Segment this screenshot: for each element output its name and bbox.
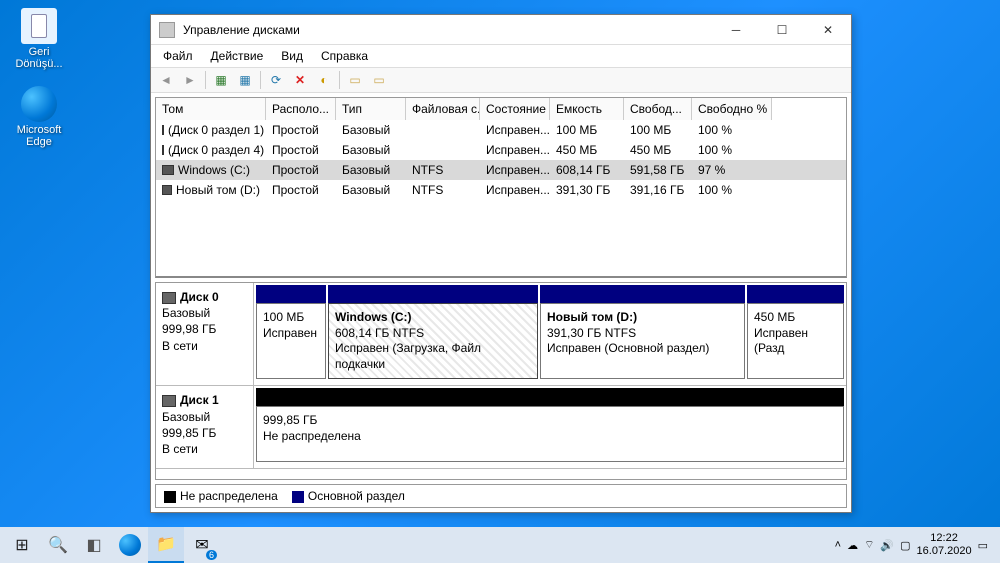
partition-header: [256, 388, 844, 406]
table-row[interactable]: Windows (C:)ПростойБазовыйNTFSИсправен..…: [156, 160, 846, 180]
edge-taskbar[interactable]: [112, 527, 148, 563]
legend-swatch-primary: [292, 491, 304, 503]
search-button[interactable]: 🔍: [40, 527, 76, 563]
tb-btn-6[interactable]: ▭: [368, 69, 390, 91]
explorer-taskbar[interactable]: 📁: [148, 527, 184, 563]
titlebar[interactable]: Управление дисками ─ ☐ ✕: [151, 15, 851, 45]
menu-view[interactable]: Вид: [273, 47, 311, 65]
browser-icon: [21, 86, 57, 122]
system-tray: ˄ ☁ ⌔ 🔊 ▢ 12:22 16.07.2020 ▭: [827, 532, 996, 558]
wifi-icon[interactable]: ⌔: [864, 538, 874, 552]
col-volume[interactable]: Том: [156, 98, 266, 120]
clock[interactable]: 12:22 16.07.2020: [917, 532, 972, 558]
partition[interactable]: 999,85 ГБНе распределена: [256, 388, 844, 462]
window-controls: ─ ☐ ✕: [713, 15, 851, 45]
tb-btn-5[interactable]: ▭: [344, 69, 366, 91]
refresh-button[interactable]: ⟳: [265, 69, 287, 91]
partition-body: 999,85 ГБНе распределена: [256, 406, 844, 462]
table-header: Том Располо... Тип Файловая с... Состоян…: [156, 98, 846, 120]
disk-row: Диск 0Базовый999,98 ГБВ сети100 МБИсправ…: [156, 283, 846, 386]
trash-icon: [21, 8, 57, 44]
partition-body: 100 МБИсправен: [256, 303, 326, 379]
disk-info[interactable]: Диск 0Базовый999,98 ГБВ сети: [156, 283, 254, 385]
table-row[interactable]: Новый том (D:)ПростойБазовыйNTFSИсправен…: [156, 180, 846, 200]
table-body: (Диск 0 раздел 1)ПростойБазовыйИсправен.…: [156, 120, 846, 276]
table-row[interactable]: (Диск 0 раздел 4)ПростойБазовыйИсправен.…: [156, 140, 846, 160]
disk-info[interactable]: Диск 1Базовый999,85 ГБВ сети: [156, 386, 254, 468]
partition-body: Новый том (D:)391,30 ГБ NTFSИсправен (Ос…: [540, 303, 745, 379]
task-view-button[interactable]: ◧: [76, 527, 112, 563]
col-type[interactable]: Тип: [336, 98, 406, 120]
sound-icon[interactable]: 🔊: [880, 539, 894, 552]
taskbar: ⊞ 🔍 ◧ 📁 ✉6 ˄ ☁ ⌔ 🔊 ▢ 12:22 16.07.2020 ▭: [0, 527, 1000, 563]
col-pct[interactable]: Свободно %: [692, 98, 772, 120]
volume-icon: [162, 125, 164, 135]
menu-help[interactable]: Справка: [313, 47, 376, 65]
col-fs[interactable]: Файловая с...: [406, 98, 480, 120]
disk-graphic-area: Диск 0Базовый999,98 ГБВ сети100 МБИсправ…: [155, 282, 847, 480]
partition[interactable]: Новый том (D:)391,30 ГБ NTFSИсправен (Ос…: [540, 285, 745, 379]
window-title: Управление дисками: [183, 23, 713, 37]
legend-item: Не распределена: [164, 489, 278, 503]
disk-icon: [162, 395, 176, 407]
menu-file[interactable]: Файл: [155, 47, 201, 65]
maximize-button[interactable]: ☐: [759, 15, 805, 45]
volume-icon: [162, 145, 164, 155]
icon-label: Microsoft Edge: [4, 124, 74, 148]
disk-row: Диск 1Базовый999,85 ГБВ сети999,85 ГБНе …: [156, 386, 846, 469]
app-icon: [159, 22, 175, 38]
icon-label: Geri Dönüşü...: [4, 46, 74, 70]
partitions: 999,85 ГБНе распределена: [254, 386, 846, 468]
recycle-bin-icon[interactable]: Geri Dönüşü...: [4, 8, 74, 70]
notifications-icon[interactable]: ▭: [978, 539, 988, 552]
partition-body: 450 МБИсправен (Разд: [747, 303, 844, 379]
volume-table: Том Располо... Тип Файловая с... Состоян…: [155, 97, 847, 278]
properties-button[interactable]: ◐: [313, 69, 335, 91]
col-capacity[interactable]: Емкость: [550, 98, 624, 120]
lang-icon[interactable]: ▢: [900, 539, 910, 552]
disk-management-window: Управление дисками ─ ☐ ✕ Файл Действие В…: [150, 14, 852, 513]
legend-swatch-unallocated: [164, 491, 176, 503]
disk-icon: [162, 292, 176, 304]
partition-header: [540, 285, 745, 303]
desktop-icons: Geri Dönüşü... Microsoft Edge: [4, 8, 74, 164]
table-row[interactable]: (Диск 0 раздел 1)ПростойБазовыйИсправен.…: [156, 120, 846, 140]
close-button[interactable]: ✕: [805, 15, 851, 45]
partition-header: [747, 285, 844, 303]
legend: Не распределена Основной раздел: [155, 484, 847, 508]
partition[interactable]: 450 МБИсправен (Разд: [747, 285, 844, 379]
menubar: Файл Действие Вид Справка: [151, 45, 851, 67]
start-button[interactable]: ⊞: [4, 527, 40, 563]
partitions: 100 МБИсправенWindows (C:)608,14 ГБ NTFS…: [254, 283, 846, 385]
menu-action[interactable]: Действие: [203, 47, 272, 65]
partition-header: [256, 285, 326, 303]
col-state[interactable]: Состояние: [480, 98, 550, 120]
minimize-button[interactable]: ─: [713, 15, 759, 45]
partition[interactable]: Windows (C:)608,14 ГБ NTFSИсправен (Загр…: [328, 285, 538, 379]
tb-btn-1[interactable]: ▦: [210, 69, 232, 91]
edge-icon[interactable]: Microsoft Edge: [4, 86, 74, 148]
legend-item: Основной раздел: [292, 489, 405, 503]
col-layout[interactable]: Располо...: [266, 98, 336, 120]
toolbar: ◄ ► ▦ ▦ ⟳ ✕ ◐ ▭ ▭: [151, 67, 851, 93]
tb-btn-2[interactable]: ▦: [234, 69, 256, 91]
forward-button[interactable]: ►: [179, 69, 201, 91]
tray-chevron-icon[interactable]: ˄: [835, 539, 841, 551]
volume-icon: [162, 165, 174, 175]
volume-icon: [162, 185, 172, 195]
col-free[interactable]: Свобод...: [624, 98, 692, 120]
partition[interactable]: 100 МБИсправен: [256, 285, 326, 379]
partition-body: Windows (C:)608,14 ГБ NTFSИсправен (Загр…: [328, 303, 538, 379]
delete-button[interactable]: ✕: [289, 69, 311, 91]
partition-header: [328, 285, 538, 303]
back-button[interactable]: ◄: [155, 69, 177, 91]
mail-taskbar[interactable]: ✉6: [184, 527, 220, 563]
cloud-icon[interactable]: ☁: [847, 539, 858, 552]
